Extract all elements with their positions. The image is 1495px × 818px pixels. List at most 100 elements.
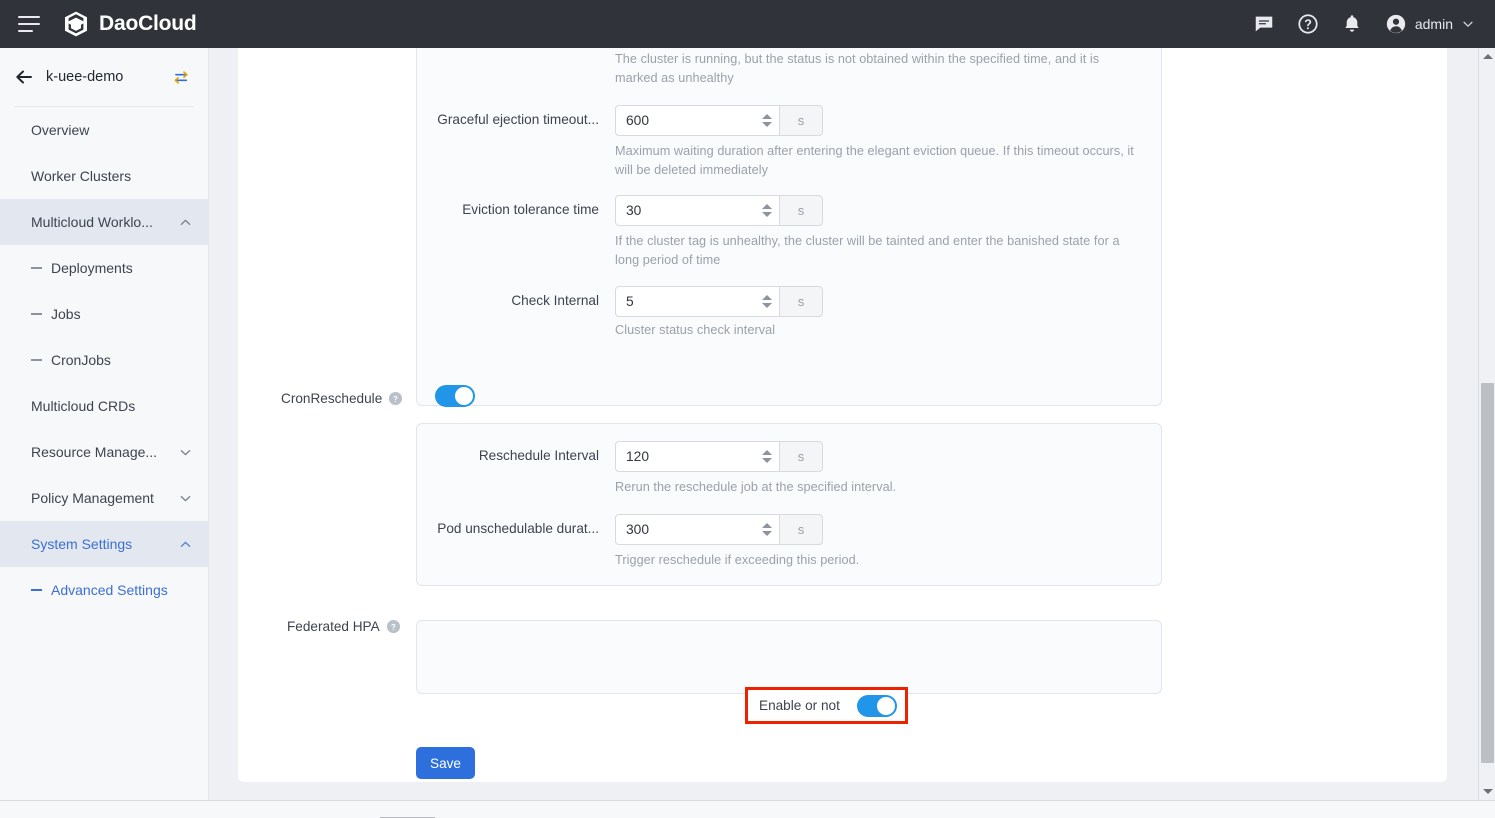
user-name: admin: [1415, 16, 1453, 32]
reschedule-interval-input[interactable]: 120: [615, 441, 779, 472]
eviction-tolerance-time-hint: If the cluster tag is unhealthy, the clu…: [615, 232, 1135, 270]
bullet-dash-icon: [31, 589, 42, 591]
sidebar-item-label: Worker Clusters: [31, 168, 131, 184]
pod-unschedulable-duration-field[interactable]: 300 s: [615, 514, 823, 545]
save-button[interactable]: Save: [416, 747, 475, 779]
eviction-tolerance-time-field[interactable]: 30 s: [615, 195, 823, 226]
vertical-scrollbar-thumb[interactable]: [1481, 383, 1494, 763]
enable-or-not-highlight: Enable or not: [745, 687, 908, 724]
sidebar-item-label: Policy Management: [31, 490, 154, 506]
stepper-down-icon[interactable]: [762, 122, 772, 127]
stepper-down-icon[interactable]: [762, 458, 772, 463]
cron-reschedule-toggle[interactable]: [435, 385, 475, 407]
cluster-status-hint: The cluster is running, but the status i…: [615, 50, 1145, 88]
vertical-scrollbar[interactable]: [1478, 48, 1495, 800]
sidebar-item-advanced-settings[interactable]: Advanced Settings: [0, 567, 208, 613]
input-value: 600: [616, 113, 649, 128]
sidebar-item-policy-management[interactable]: Policy Management: [0, 475, 208, 521]
stepper-up-icon[interactable]: [762, 204, 772, 209]
bullet-dash-icon: [31, 313, 42, 315]
stepper-up-icon[interactable]: [762, 295, 772, 300]
unit-suffix: s: [779, 441, 823, 472]
check-internal-input[interactable]: 5: [615, 286, 779, 317]
bullet-dash-icon: [31, 267, 42, 269]
triangle-up-icon: [1483, 54, 1493, 59]
sidebar-item-label: Deployments: [51, 260, 133, 276]
input-value: 5: [616, 294, 634, 309]
graceful-ejection-timeout-input[interactable]: 600: [615, 105, 779, 136]
switch-cluster-icon[interactable]: [173, 68, 192, 87]
pod-unschedulable-duration-label: Pod unschedulable durat...: [435, 521, 599, 536]
stepper-down-icon[interactable]: [762, 303, 772, 308]
stepper-down-icon[interactable]: [762, 531, 772, 536]
brand[interactable]: DaoCloud: [62, 10, 197, 38]
reschedule-interval-hint: Rerun the reschedule job at the specifie…: [615, 478, 1145, 497]
input-value: 30: [616, 203, 641, 218]
stepper-down-icon[interactable]: [762, 212, 772, 217]
number-stepper[interactable]: [762, 442, 772, 471]
stepper-up-icon[interactable]: [762, 523, 772, 528]
cluster-health-panel: [416, 48, 1162, 406]
scroll-up-button[interactable]: [1479, 48, 1495, 65]
avatar-icon: [1385, 13, 1407, 35]
number-stepper[interactable]: [762, 196, 772, 225]
sidebar-item-label: Multicloud CRDs: [31, 398, 135, 414]
number-stepper[interactable]: [762, 287, 772, 316]
sidebar-item-resource-management[interactable]: Resource Manage...: [0, 429, 208, 475]
cluster-name: k-uee-demo: [46, 69, 123, 85]
user-menu[interactable]: admin: [1385, 13, 1475, 35]
sidebar-item-label: Resource Manage...: [31, 444, 157, 460]
bullet-dash-icon: [31, 359, 42, 361]
sidebar-item-system-settings[interactable]: System Settings: [0, 521, 208, 567]
sidebar-item-deployments[interactable]: Deployments: [0, 245, 208, 291]
unit-suffix: s: [779, 105, 823, 136]
sidebar-item-overview[interactable]: Overview: [0, 107, 208, 153]
triangle-down-icon: [1483, 789, 1493, 794]
bell-icon[interactable]: [1341, 13, 1363, 35]
federated-hpa-toggle[interactable]: [857, 695, 897, 717]
number-stepper[interactable]: [762, 106, 772, 135]
chat-icon[interactable]: [1253, 13, 1275, 35]
sidebar-item-label: Advanced Settings: [51, 582, 168, 598]
check-internal-hint: Cluster status check interval: [615, 321, 1145, 340]
sidebar-item-worker-clusters[interactable]: Worker Clusters: [0, 153, 208, 199]
reschedule-interval-field[interactable]: 120 s: [615, 441, 823, 472]
unit-suffix: s: [779, 195, 823, 226]
graceful-ejection-timeout-label: Graceful ejection timeout...: [435, 112, 599, 127]
sidebar-item-label: CronJobs: [51, 352, 111, 368]
sidebar-header: k-uee-demo: [0, 48, 208, 106]
cron-reschedule-label-group: CronReschedule: [281, 391, 403, 406]
scroll-down-button[interactable]: [1479, 783, 1495, 800]
stepper-up-icon[interactable]: [762, 114, 772, 119]
app-root: DaoCloud admin: [0, 0, 1495, 818]
help-icon[interactable]: [1297, 13, 1319, 35]
chevron-down-icon: [179, 492, 192, 505]
brand-name: DaoCloud: [99, 12, 197, 36]
hamburger-icon[interactable]: [18, 16, 40, 32]
question-mark-icon[interactable]: [388, 391, 403, 406]
stepper-up-icon[interactable]: [762, 450, 772, 455]
chevron-down-icon[interactable]: [1461, 17, 1475, 31]
sidebar-item-label: Overview: [31, 122, 89, 138]
graceful-ejection-timeout-field[interactable]: 600 s: [615, 105, 823, 136]
settings-card: The cluster is running, but the status i…: [238, 48, 1447, 782]
sidebar-item-multicloud-workloads[interactable]: Multicloud Worklo...: [0, 199, 208, 245]
sidebar-item-cronjobs[interactable]: CronJobs: [0, 337, 208, 383]
check-internal-field[interactable]: 5 s: [615, 286, 823, 317]
top-navigation-bar: DaoCloud admin: [0, 0, 1495, 48]
question-mark-icon[interactable]: [386, 619, 401, 634]
pod-unschedulable-duration-input[interactable]: 300: [615, 514, 779, 545]
graceful-ejection-timeout-hint: Maximum waiting duration after entering …: [615, 142, 1145, 180]
number-stepper[interactable]: [762, 515, 772, 544]
eviction-tolerance-time-input[interactable]: 30: [615, 195, 779, 226]
sidebar: k-uee-demo Overview Worker Clusters Mult…: [0, 48, 209, 800]
chevron-up-icon: [179, 538, 192, 551]
sidebar-item-jobs[interactable]: Jobs: [0, 291, 208, 337]
topbar-actions: admin: [1253, 13, 1495, 35]
input-value: 120: [616, 449, 649, 464]
chevron-down-icon: [179, 446, 192, 459]
chevron-up-icon: [179, 216, 192, 229]
horizontal-scrollbar[interactable]: [0, 800, 1495, 818]
back-arrow-icon[interactable]: [14, 67, 34, 87]
sidebar-item-multicloud-crds[interactable]: Multicloud CRDs: [0, 383, 208, 429]
